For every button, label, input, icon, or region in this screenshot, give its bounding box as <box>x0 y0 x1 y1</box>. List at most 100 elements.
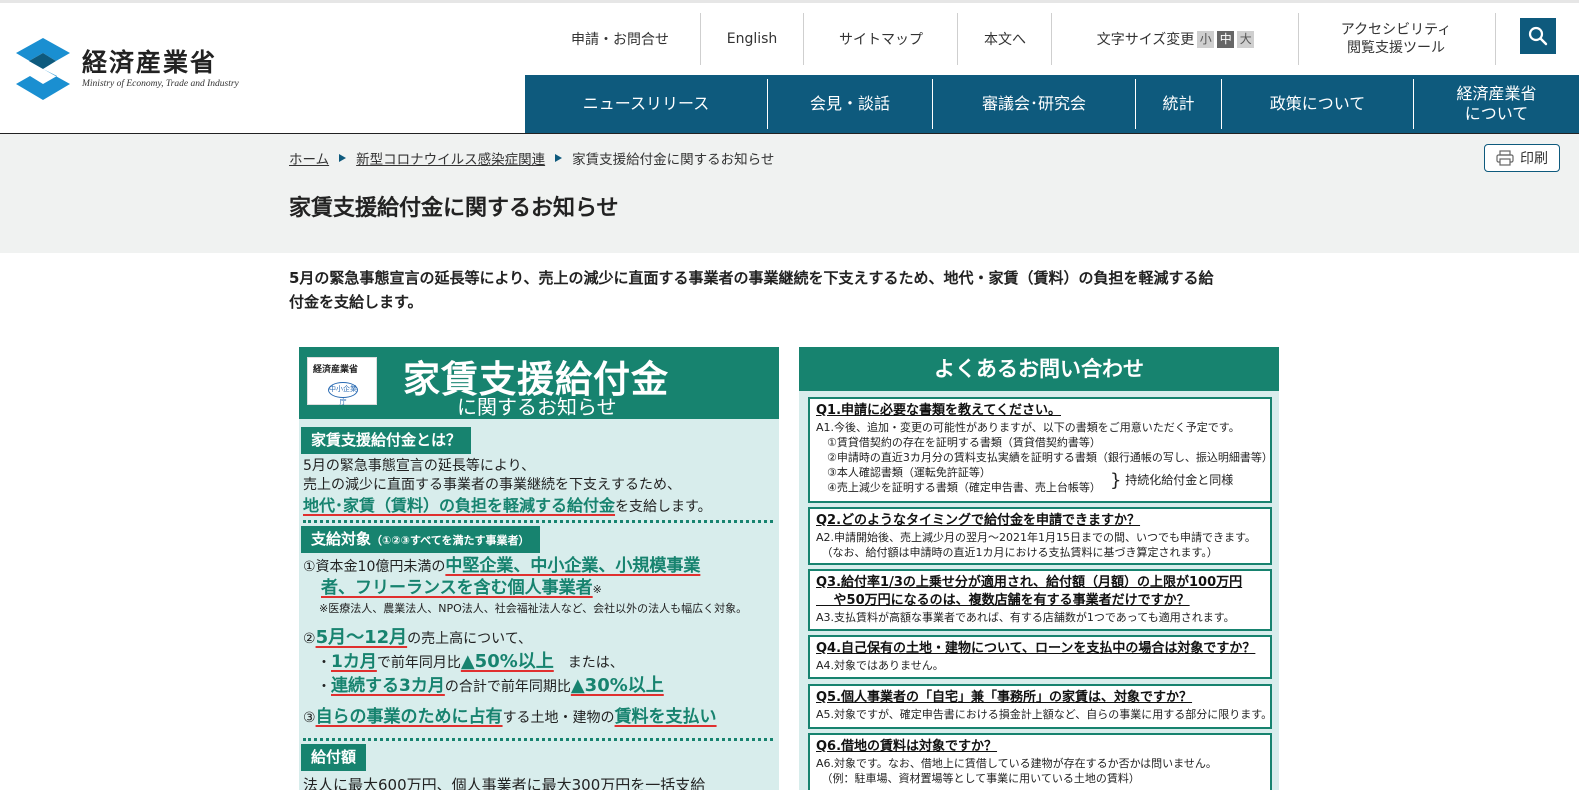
contact-link[interactable]: 申請・お問合せ <box>545 13 695 65</box>
faq-a2-line2: （なお、給付額は申請時の直近1カ月における支払賃料に基づき算定されます。） <box>816 546 1218 559</box>
faq-a1-side-note-text: 持続化給付金と同様 <box>1125 473 1234 487</box>
intro-line2: 付金を支給します。 <box>289 293 423 311</box>
flyer-c1-note: ※医療法人、農業法人、NPO法人、社会福祉法人など、会社以外の法人も幅広く対象。 <box>319 602 748 615</box>
skip-to-content-link[interactable]: 本文へ <box>959 13 1051 65</box>
faq-item-6: Q6.借地の賃料は対象ですか？ A6.対象です。なお、借地上に賃借している建物が… <box>808 733 1272 790</box>
flyer-what-tag: 家賃支援給付金とは？ <box>301 427 472 454</box>
faq-a2-line1: A2.申請開始後、売上減少月の翌月～2021年1月15日までの間、いつでも申請で… <box>816 531 1256 544</box>
flyer-target-tag-note: （①②③すべてを満たす事業者） <box>371 534 530 547</box>
flyer-c2a-mid: で前年同月比 <box>376 655 461 671</box>
faq-a6-line2: （例：駐車場、資材置場等として事業に用いている土地の賃料） <box>816 772 1140 785</box>
flyer-c2b-mid: の合計で前年同期比 <box>444 679 571 695</box>
flyer-c2-num: ② <box>303 631 316 647</box>
faq-q2: Q2.どのようなタイミングで給付金を申請できますか？ <box>816 513 1141 528</box>
faq-a1-line2: ①賃貸借契約の存在を証明する書類（賃貸借契約書等） <box>816 436 1101 449</box>
logo-en: Ministry of Economy, Trade and Industry <box>82 79 239 89</box>
english-link[interactable]: English <box>702 13 802 65</box>
flyer-condition-3: ③自らの事業のために占有する土地・建物の賃料を支払い <box>303 707 717 728</box>
logo-jp: 経済産業省 <box>82 48 218 77</box>
nav-about-line2: について <box>1464 104 1529 123</box>
font-size-large-button[interactable]: 大 <box>1237 30 1255 48</box>
faq-image[interactable]: よくあるお問い合わせ Q1.申請に必要な書類を教えてください。 A1.今後、追加… <box>799 347 1279 790</box>
util-divider <box>1495 13 1496 65</box>
flyer-what-line3: 地代･家賃（賃料）の負担を軽減する給付金を支給します。 <box>303 496 712 517</box>
breadcrumb: ホーム 新型コロナウイルス感染症関連 家賃支援給付金に関するお知らせ <box>289 148 774 168</box>
flyer-c2-rest: の売上高について、 <box>407 631 533 647</box>
flyer-what-line2: 売上の減少に直面する事業者の事業継続を下支えするため、 <box>303 477 681 493</box>
flyer-amount-line: 法人に最大600万円、個人事業者に最大300万円を一括支給 <box>303 776 706 790</box>
flyer-c3-em: 自らの事業のために占有 <box>315 707 503 727</box>
printer-icon <box>1496 150 1514 166</box>
intro-text: 5月の緊急事態宣言の延長等により、売上の減少に直面する事業者の事業継続を下支えす… <box>289 266 1281 314</box>
flyer-c3-mid: する土地・建物の <box>502 710 615 726</box>
flyer-logo-sme: 中小企業庁 <box>328 382 358 406</box>
breadcrumb-arrow-icon <box>555 154 563 162</box>
search-button[interactable] <box>1520 18 1556 54</box>
nav-councils[interactable]: 審議会･研究会 <box>933 75 1135 133</box>
flyer-logo-meti: 経済産業省 <box>313 365 359 375</box>
font-size-small-button[interactable]: 小 <box>1197 30 1215 48</box>
flyer-c3-num: ③ <box>303 710 316 726</box>
flyer-logo: 経済産業省 中小企業庁 <box>307 357 377 406</box>
global-nav: ニュースリリース 会見・談話 審議会･研究会 統計 政策について 経済産業省 に… <box>525 75 1579 133</box>
flyer-what-emphasis: 地代･家賃（賃料）の負担を軽減する給付金 <box>303 496 616 515</box>
faq-a4-line1: A4.対象ではありません。 <box>816 659 944 672</box>
intro-line1: 5月の緊急事態宣言の延長等により、売上の減少に直面する事業者の事業継続を下支えす… <box>289 269 1214 287</box>
font-size-label: 文字サイズ変更 <box>1096 32 1195 48</box>
breadcrumb-covid[interactable]: 新型コロナウイルス感染症関連 <box>356 148 545 168</box>
util-divider <box>1298 13 1299 65</box>
flyer-condition-1b: 者、フリーランスを含む個人事業者※ <box>321 578 602 600</box>
faq-a1-line3: ②申請時の直近3カ月分の賃料支払実績を証明する書類（銀行通帳の写し、振込明細書等… <box>816 451 1272 464</box>
flyer-amount-tag: 給付額 <box>301 744 367 771</box>
faq-title: よくあるお問い合わせ <box>799 347 1279 391</box>
faq-item-3: Q3.給付率1/3の上乗せ分が適用され、給付額（月額）の上限が100万円 や50… <box>808 569 1272 631</box>
nav-policy[interactable]: 政策について <box>1222 75 1413 133</box>
flyer-condition-2: ②5月～12月の売上高について、 <box>303 628 532 649</box>
faq-item-5: Q5.個人事業者の「自宅」兼「事務所」の家賃は、対象ですか？ A5.対象ですが、… <box>808 684 1272 729</box>
faq-a6-line1: A6.対象です。なお、借地上に賃借している建物が存在するか否かは問いません。 <box>816 757 1217 770</box>
brace-icon: } <box>1110 470 1122 491</box>
flyer-c1-prefix: ①資本金10億円未満の <box>303 559 446 575</box>
top-border <box>0 0 1579 3</box>
flyer-c2b-em2: ▲30%以上 <box>570 675 664 696</box>
font-size-medium-button[interactable]: 中 <box>1217 30 1235 48</box>
faq-a5-line1: A5.対象ですが、確定申告書における損金計上額など、自らの事業に用する部分に限り… <box>816 708 1272 721</box>
faq-a1-line1: A1.今後、追加・変更の可能性がありますが、以下の書類をご用意いただく予定です。 <box>816 421 1240 434</box>
faq-a3-line1: A3.支払賃料が高額な事業者であれば、有する店舗数が1つであっても適用されます。 <box>816 611 1235 624</box>
flyer-condition-2b: ・連続する3カ月の合計で前年同期比▲30%以上 <box>317 676 664 697</box>
flyer-subtitle: に関するお知らせ <box>457 395 617 419</box>
flyer-what-line1: 5月の緊急事態宣言の延長等により、 <box>303 458 536 474</box>
faq-item-4: Q4.自己保有の土地・建物について、ローンを支払中の場合は対象ですか？ A4.対… <box>808 635 1272 679</box>
nav-about-line1: 経済産業省 <box>1456 84 1537 103</box>
accessibility-tool-link[interactable]: アクセシビリティ 閲覧支援ツール <box>1300 13 1492 65</box>
faq-q1: Q1.申請に必要な書類を教えてください。 <box>816 403 1061 418</box>
page-title-area: ホーム 新型コロナウイルス感染症関連 家賃支援給付金に関するお知らせ 印刷 家賃… <box>0 134 1579 253</box>
accessibility-line2: 閲覧支援ツール <box>1347 40 1445 56</box>
faq-item-1: Q1.申請に必要な書類を教えてください。 A1.今後、追加・変更の可能性がありま… <box>808 397 1272 503</box>
font-size-switcher: 文字サイズ変更 小 中 大 <box>1053 13 1298 65</box>
faq-a1-side-note: } 持続化給付金と同様 <box>1110 470 1234 491</box>
meti-logo[interactable]: 経済産業省 Ministry of Economy, Trade and Ind… <box>16 38 256 100</box>
flyer-c2a-bullet: ・ <box>317 655 331 671</box>
nav-news-release[interactable]: ニュースリリース <box>525 75 767 133</box>
rent-support-flyer-image[interactable]: 経済産業省 中小企業庁 家賃支援給付金 に関するお知らせ 家賃支援給付金とは？ … <box>299 347 779 790</box>
page-title: 家賃支援給付金に関するお知らせ <box>289 196 619 221</box>
breadcrumb-home[interactable]: ホーム <box>289 148 329 168</box>
logo-text: 経済産業省 Ministry of Economy, Trade and Ind… <box>82 48 239 90</box>
nav-about-meti[interactable]: 経済産業省 について <box>1414 75 1579 133</box>
print-button[interactable]: 印刷 <box>1484 144 1560 172</box>
nav-press-conference[interactable]: 会見・談話 <box>768 75 932 133</box>
util-divider <box>957 13 958 65</box>
flyer-c2b-em: 連続する3カ月 <box>331 676 445 696</box>
sitemap-link[interactable]: サイトマップ <box>805 13 957 65</box>
faq-q5: Q5.個人事業者の「自宅」兼「事務所」の家賃は、対象ですか？ <box>816 690 1193 705</box>
faq-q6: Q6.借地の賃料は対象ですか？ <box>816 739 998 754</box>
faq-q4: Q4.自己保有の土地・建物について、ローンを支払中の場合は対象ですか？ <box>816 641 1256 656</box>
flyer-target-tag: 支給対象（①②③すべてを満たす事業者） <box>301 526 540 553</box>
flyer-c3-em2: 賃料を支払い <box>614 707 717 727</box>
nav-statistics[interactable]: 統計 <box>1136 75 1221 133</box>
flyer-c1-em1: 中堅企業、中小企業、小規模事業 <box>445 556 701 576</box>
search-icon <box>1528 26 1548 46</box>
breadcrumb-arrow-icon <box>339 154 347 162</box>
flyer-condition-1: ①資本金10億円未満の中堅企業、中小企業、小規模事業 <box>303 556 700 577</box>
